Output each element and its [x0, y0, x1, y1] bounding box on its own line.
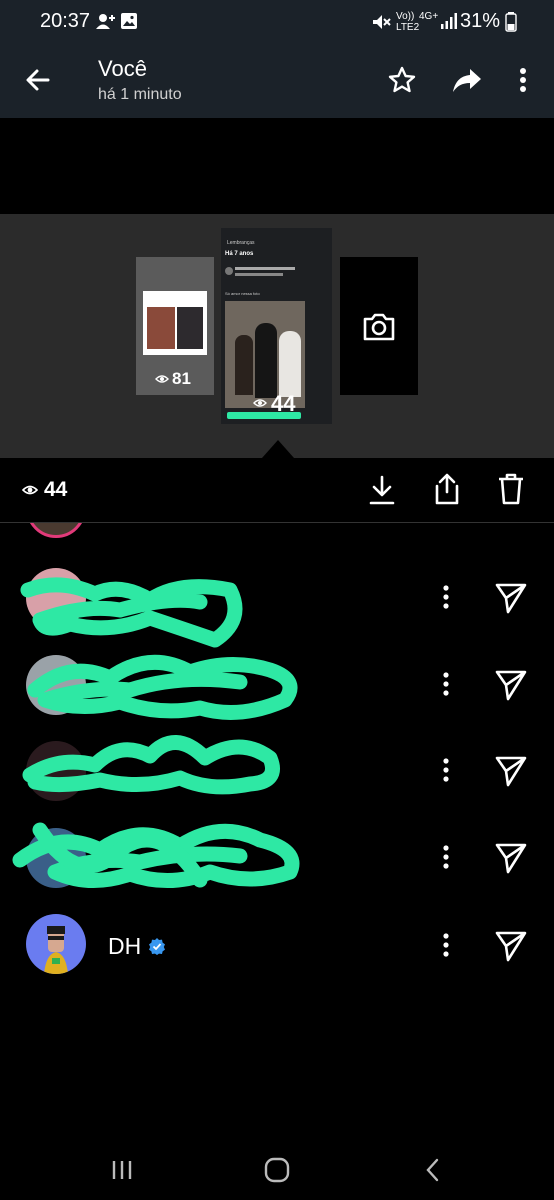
story-thumbnail-previous[interactable]: 81	[136, 257, 214, 395]
gallery-icon	[121, 13, 137, 29]
more-options-icon[interactable]	[518, 66, 528, 94]
camera-icon	[363, 313, 395, 341]
share-forward-icon[interactable]	[452, 66, 482, 94]
send-icon[interactable]	[494, 929, 528, 963]
network-label-top: Vo))	[396, 11, 415, 22]
avatar-illustration	[44, 926, 68, 974]
story-post-avatar	[225, 267, 233, 275]
mute-icon	[373, 15, 391, 29]
verified-badge-icon	[149, 938, 165, 955]
send-icon[interactable]	[494, 581, 528, 615]
battery-icon	[505, 12, 517, 32]
story-photo	[177, 307, 203, 349]
send-icon[interactable]	[494, 754, 528, 788]
send-icon[interactable]	[494, 668, 528, 702]
story-view-count: 81	[172, 369, 191, 388]
home-icon[interactable]	[264, 1157, 290, 1183]
story-post-caption: Só amor nessa foto	[225, 291, 260, 296]
story-photo	[147, 307, 175, 349]
add-story-thumbnail[interactable]	[340, 257, 418, 395]
more-options-icon[interactable]	[436, 583, 456, 613]
story-action-bar	[0, 458, 554, 523]
page-subtitle: há 1 minuto	[98, 86, 182, 103]
more-options-icon[interactable]	[436, 843, 456, 873]
story-view-count[interactable]: 44	[44, 478, 67, 502]
story-post-ago: Há 7 anos	[225, 251, 254, 257]
scribble-censor-overlay	[12, 577, 300, 889]
add-user-icon	[96, 14, 115, 29]
eye-icon	[22, 485, 38, 495]
avatar	[26, 914, 86, 974]
network-type: 4G+	[419, 11, 439, 22]
battery-percent: 31%	[460, 10, 501, 32]
star-icon[interactable]	[388, 66, 416, 94]
story-post-text-line	[235, 273, 283, 276]
delete-icon[interactable]	[497, 472, 525, 506]
eye-icon	[253, 399, 267, 407]
eye-icon	[155, 375, 169, 383]
share-icon[interactable]	[432, 472, 462, 506]
more-options-icon[interactable]	[436, 931, 456, 961]
send-icon[interactable]	[494, 841, 528, 875]
story-post-back-label: Lembranças	[227, 240, 255, 246]
status-time: 20:37	[40, 10, 91, 32]
back-arrow-icon[interactable]	[24, 66, 52, 94]
more-options-icon[interactable]	[436, 756, 456, 786]
download-icon[interactable]	[368, 474, 396, 506]
more-options-icon[interactable]	[436, 670, 456, 700]
back-icon[interactable]	[424, 1158, 442, 1182]
recent-apps-icon[interactable]	[110, 1158, 134, 1182]
photo-person	[235, 335, 253, 395]
network-label-bottom: LTE2	[396, 22, 420, 33]
photo-person	[255, 323, 277, 398]
signal-icon	[441, 13, 457, 29]
network-label: Vo)) LTE2	[396, 11, 419, 33]
story-post-text-line	[235, 267, 295, 270]
story-post-card	[143, 291, 207, 355]
story-post-banner	[227, 412, 301, 419]
selection-caret	[262, 440, 294, 458]
viewer-row[interactable]: DH	[0, 901, 554, 987]
photo-person	[279, 331, 301, 397]
viewer-name: DH	[108, 933, 142, 959]
story-thumbnail-current[interactable]: Lembranças Há 7 anos Só amor nessa foto …	[221, 228, 332, 424]
page-title: Você	[98, 56, 147, 81]
